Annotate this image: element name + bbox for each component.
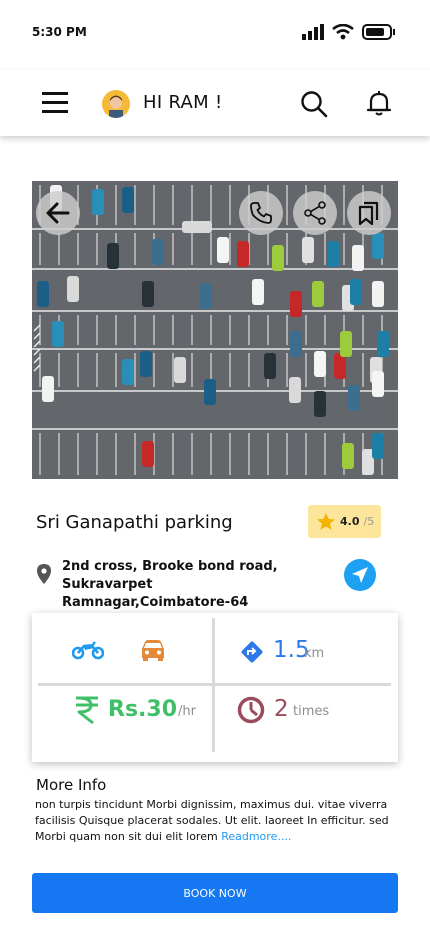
bookmark-icon [358, 201, 379, 226]
app-header: HI RAM ! [0, 70, 430, 136]
parked-car [152, 239, 164, 265]
parked-car [37, 281, 49, 307]
bell-icon[interactable] [365, 89, 393, 117]
parked-car [372, 371, 384, 397]
divider-horizontal [38, 683, 391, 686]
parked-car [312, 281, 324, 307]
more-info-title: More Info [36, 776, 107, 794]
parked-car [372, 233, 384, 259]
address-line-1: 2nd cross, Brooke bond road, Sukravarpet [62, 559, 278, 592]
parked-car [142, 441, 154, 467]
rating-value: 4.0 [340, 515, 360, 528]
signal-icon [302, 24, 324, 40]
clock-icon [237, 696, 265, 724]
user-avatar-icon [102, 90, 130, 118]
address: 2nd cross, Brooke bond road, Sukravarpet… [62, 558, 342, 612]
star-icon [317, 512, 335, 530]
battery-icon [362, 24, 395, 40]
parked-car [122, 359, 134, 385]
parked-car [182, 221, 212, 233]
parked-car [52, 321, 64, 347]
parked-car [204, 379, 216, 405]
parked-car [122, 187, 134, 213]
search-icon[interactable] [300, 90, 328, 118]
direction-icon [241, 641, 263, 663]
visits-value: 2 [274, 696, 289, 722]
book-now-button[interactable]: BOOK NOW [32, 873, 398, 913]
parked-car [217, 237, 229, 263]
parked-car [348, 385, 360, 411]
more-info-body: non turpis tincidunt Morbi dignissim, ma… [35, 798, 389, 843]
parking-photo [32, 181, 398, 479]
parked-car [352, 245, 364, 271]
location-pin-icon [37, 564, 51, 584]
parked-car [92, 189, 104, 215]
wifi-icon [332, 24, 354, 40]
status-icons [302, 24, 396, 40]
menu-icon[interactable] [42, 90, 68, 116]
distance-unit: km [304, 646, 325, 661]
readmore-link[interactable]: Readmore.... [221, 830, 291, 843]
parked-car [342, 443, 354, 469]
more-info-text: non turpis tincidunt Morbi dignissim, ma… [35, 797, 395, 845]
stats-card: 1.5 km Rs.30 /hr 2 times [32, 613, 398, 762]
greeting: HI RAM ! [143, 92, 223, 113]
parked-car [302, 237, 314, 263]
rating-max: /5 [363, 515, 375, 528]
parked-car [252, 279, 264, 305]
parked-car [272, 245, 284, 271]
bike-icon[interactable] [72, 640, 104, 660]
parked-car [237, 241, 249, 267]
parking-name: Sri Ganapathi parking [36, 512, 233, 533]
status-time: 5:30 PM [32, 25, 87, 39]
parked-car [200, 283, 212, 309]
parked-car [314, 351, 326, 377]
parked-car [264, 353, 276, 379]
visits-unit: times [293, 704, 330, 719]
parked-car [377, 331, 389, 357]
parking-lot-image [32, 181, 398, 479]
parked-car [42, 376, 54, 402]
bookmark-button[interactable] [347, 191, 391, 235]
parked-car [314, 391, 326, 417]
share-icon [304, 201, 326, 225]
parked-car [174, 357, 186, 383]
navigate-icon [352, 567, 368, 583]
parked-car [140, 351, 152, 377]
parked-car [107, 243, 119, 269]
parked-car [290, 331, 302, 357]
share-button[interactable] [293, 191, 337, 235]
parked-car [372, 281, 384, 307]
parked-car [289, 377, 301, 403]
back-arrow-icon [46, 202, 70, 224]
car-icon[interactable] [140, 638, 166, 662]
parked-car [372, 433, 384, 459]
avatar[interactable] [102, 90, 130, 118]
parked-car [340, 331, 352, 357]
back-button[interactable] [36, 191, 80, 235]
parked-car [142, 281, 154, 307]
call-button[interactable] [239, 191, 283, 235]
navigate-button[interactable] [344, 559, 376, 591]
parked-car [67, 276, 79, 302]
parked-car [350, 279, 362, 305]
rupee-icon [76, 696, 98, 725]
rating-badge: 4.0 /5 [308, 505, 381, 538]
parked-car [327, 241, 339, 267]
phone-icon [250, 202, 272, 224]
address-line-2: Ramnagar,Coimbatore-64 [62, 595, 249, 610]
status-bar: 5:30 PM [0, 0, 430, 64]
price-value: Rs.30 [108, 697, 178, 722]
parked-car [290, 291, 302, 317]
price-unit: /hr [178, 704, 196, 719]
